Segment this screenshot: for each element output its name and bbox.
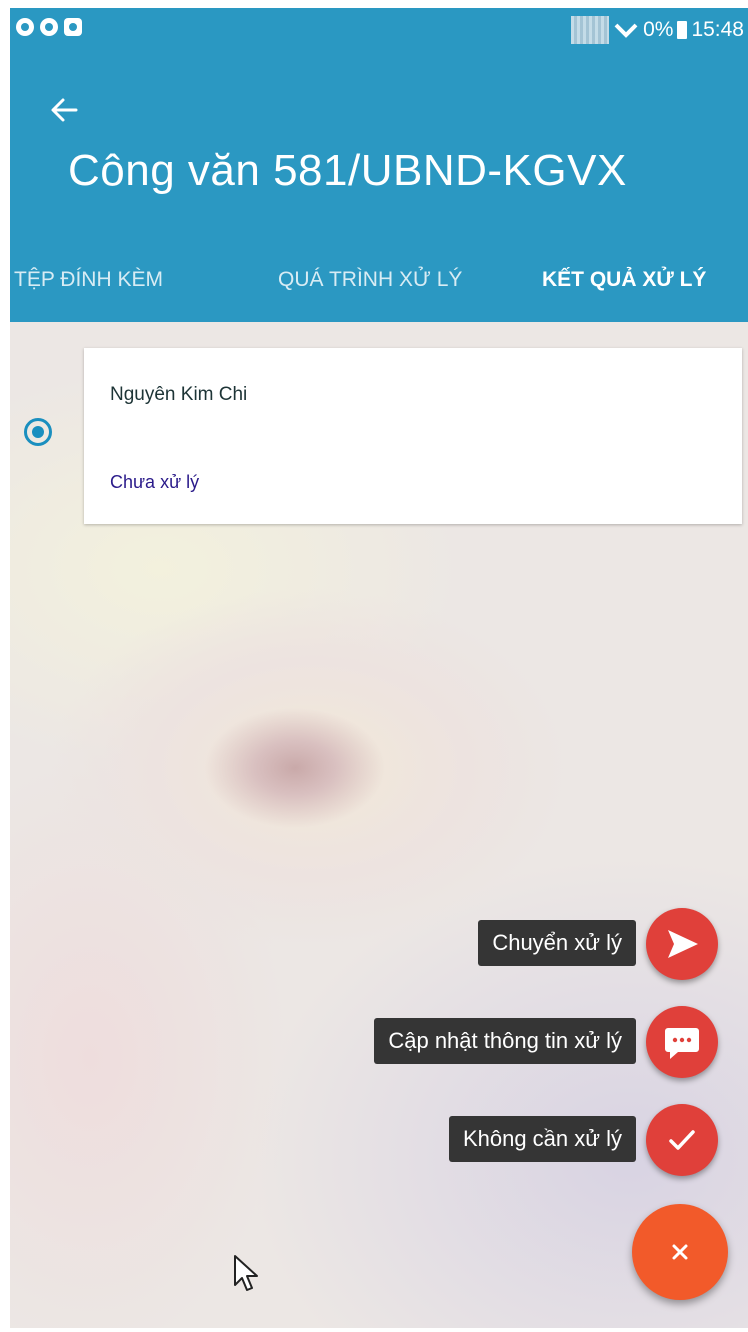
eye-icon	[40, 18, 58, 36]
fab-label-no-action[interactable]: Không cần xử lý	[448, 1116, 636, 1162]
app-screen: 0% 15:48 Công văn 581/UBND-KGVX TỆP ĐÍNH…	[10, 8, 748, 1328]
fab-label-update[interactable]: Cập nhật thông tin xử lý	[374, 1018, 636, 1064]
tab-process-history[interactable]: QUÁ TRÌNH XỬ LÝ	[278, 268, 462, 292]
app-bar: Công văn 581/UBND-KGVX TỆP ĐÍNH KÈM QUÁ …	[10, 50, 748, 322]
mouse-cursor-icon	[234, 1255, 258, 1291]
battery-icon	[677, 21, 688, 39]
forward-fab-button[interactable]	[646, 908, 718, 980]
result-radio-button[interactable]	[24, 418, 52, 446]
handler-name: Nguyên Kim Chi	[110, 384, 248, 405]
fab-label-forward[interactable]: Chuyển xử lý	[478, 920, 636, 966]
arrow-left-icon[interactable]	[46, 90, 86, 130]
clock: 15:48	[691, 18, 744, 41]
status-bar: 0% 15:48	[10, 8, 748, 50]
no-action-fab-button[interactable]	[646, 1104, 718, 1176]
teamviewer-icon	[64, 18, 82, 36]
screen-overlay-icon	[571, 16, 610, 44]
close-icon	[672, 1244, 688, 1260]
check-icon	[669, 1130, 695, 1150]
tab-result[interactable]: KẾT QUẢ XỬ LÝ	[542, 268, 706, 292]
comment-icon	[665, 1028, 699, 1059]
chevron-down-icon	[614, 23, 638, 38]
page-title: Công văn 581/UBND-KGVX	[68, 146, 627, 195]
tab-bar: TỆP ĐÍNH KÈM QUÁ TRÌNH XỬ LÝ KẾT QUẢ XỬ …	[10, 248, 748, 322]
tab-attachments[interactable]: TỆP ĐÍNH KÈM	[14, 268, 163, 292]
status-text: Chưa xử lý	[110, 472, 200, 492]
result-card[interactable]: Nguyên Kim Chi Chưa xử lý	[84, 348, 742, 524]
messenger-icon	[16, 18, 34, 36]
close-fab-button[interactable]	[632, 1204, 728, 1300]
update-info-fab-button[interactable]	[646, 1006, 718, 1078]
send-icon	[668, 930, 698, 958]
battery-percent: 0%	[643, 18, 674, 41]
status-right: 0% 15:48	[571, 16, 744, 44]
notification-icons	[16, 18, 82, 36]
